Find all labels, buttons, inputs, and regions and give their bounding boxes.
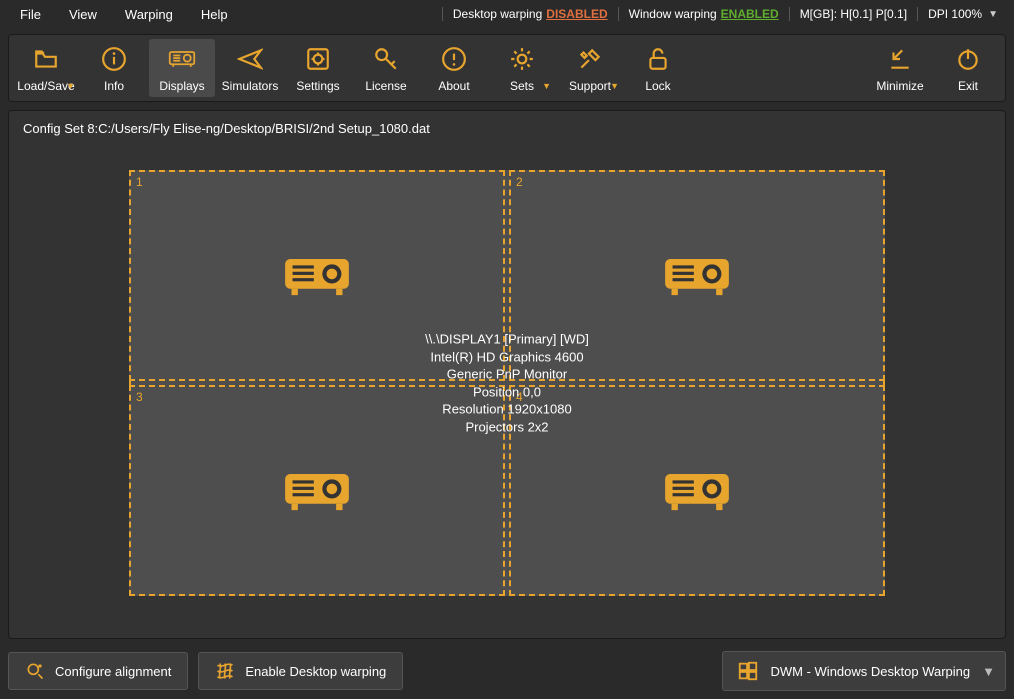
configure-alignment-label: Configure alignment	[55, 664, 171, 679]
status-dpi-value: DPI 100%	[928, 7, 982, 21]
lock-button[interactable]: Lock	[625, 39, 691, 97]
warp-grid-icon	[215, 661, 235, 681]
gear-icon	[508, 45, 536, 73]
exit-button[interactable]: Exit	[935, 39, 1001, 97]
projector-icon	[168, 45, 196, 73]
enable-desktop-warping-button[interactable]: Enable Desktop warping	[198, 652, 403, 690]
tools-icon	[576, 45, 604, 73]
simulators-label: Simulators	[222, 79, 279, 93]
info-button[interactable]: Info	[81, 39, 147, 97]
settings-label: Settings	[296, 79, 339, 93]
status-window-warping-state: ENABLED	[721, 7, 779, 21]
about-label: About	[438, 79, 469, 93]
exit-label: Exit	[958, 79, 978, 93]
unlock-icon	[644, 45, 672, 73]
load-save-button[interactable]: Load/Save ▼	[13, 39, 79, 97]
license-label: License	[365, 79, 406, 93]
info-label: Info	[104, 79, 124, 93]
chevron-down-icon: ▼	[610, 81, 619, 91]
projector-icon	[663, 467, 731, 515]
chevron-down-icon: ▼	[982, 664, 995, 679]
projector-cell-2[interactable]: 2	[509, 170, 885, 381]
status-window-warping[interactable]: Window warping ENABLED	[618, 7, 789, 21]
menu-help[interactable]: Help	[187, 3, 242, 26]
status-dpi[interactable]: DPI 100% ▼	[917, 7, 1008, 21]
warping-mode-select[interactable]: DWM - Windows Desktop Warping ▼	[722, 651, 1007, 691]
simulators-button[interactable]: Simulators	[217, 39, 283, 97]
menu-file[interactable]: File	[6, 3, 55, 26]
projector-icon	[283, 467, 351, 515]
windows-icon	[737, 660, 759, 682]
power-icon	[954, 45, 982, 73]
airplane-icon	[236, 45, 264, 73]
status-memory: M[GB]: H[0.1] P[0.1]	[789, 7, 917, 21]
projector-cell-1[interactable]: 1	[129, 170, 505, 381]
sets-button[interactable]: Sets ▼	[489, 39, 555, 97]
displays-button[interactable]: Displays	[149, 39, 215, 97]
status-desktop-warping-label: Desktop warping	[453, 7, 542, 21]
config-path: Config Set 8:C:/Users/Fly Elise-ng/Deskt…	[23, 121, 991, 136]
about-button[interactable]: About	[421, 39, 487, 97]
display-grid[interactable]: 1 2 3 4 \\.\DISPLAY1 [Primary] [WD] Inte…	[129, 170, 885, 596]
projector-number: 3	[136, 390, 143, 404]
lock-label: Lock	[645, 79, 670, 93]
alignment-icon	[25, 661, 45, 681]
bottom-bar: Configure alignment Enable Desktop warpi…	[0, 643, 1014, 699]
main-panel: Config Set 8:C:/Users/Fly Elise-ng/Deskt…	[8, 110, 1006, 639]
projector-icon	[663, 252, 731, 300]
chevron-down-icon: ▼	[542, 81, 551, 91]
toolbar: Load/Save ▼ Info Displays Simulators Set…	[8, 34, 1006, 102]
key-icon	[372, 45, 400, 73]
minimize-label: Minimize	[876, 79, 923, 93]
enable-desktop-warping-label: Enable Desktop warping	[245, 664, 386, 679]
sets-label: Sets	[510, 79, 534, 93]
displays-label: Displays	[159, 79, 204, 93]
support-label: Support	[569, 79, 611, 93]
projector-cell-4[interactable]: 4	[509, 385, 885, 596]
minimize-icon	[886, 45, 914, 73]
menu-bar: File View Warping Help Desktop warping D…	[0, 0, 1014, 28]
projector-number: 1	[136, 175, 143, 189]
status-desktop-warping-state: DISABLED	[546, 7, 607, 21]
projector-icon	[283, 252, 351, 300]
configure-alignment-button[interactable]: Configure alignment	[8, 652, 188, 690]
info-icon	[100, 45, 128, 73]
menu-view[interactable]: View	[55, 3, 111, 26]
warping-mode-label: DWM - Windows Desktop Warping	[771, 664, 971, 679]
settings-button[interactable]: Settings	[285, 39, 351, 97]
status-window-warping-label: Window warping	[629, 7, 717, 21]
about-icon	[440, 45, 468, 73]
projector-cell-3[interactable]: 3	[129, 385, 505, 596]
display-area: 1 2 3 4 \\.\DISPLAY1 [Primary] [WD] Inte…	[23, 142, 991, 624]
status-desktop-warping[interactable]: Desktop warping DISABLED	[442, 7, 618, 21]
license-button[interactable]: License	[353, 39, 419, 97]
folder-open-icon	[32, 45, 60, 73]
chevron-down-icon: ▼	[988, 9, 998, 20]
support-button[interactable]: Support ▼	[557, 39, 623, 97]
minimize-button[interactable]: Minimize	[867, 39, 933, 97]
settings-panel-icon	[304, 45, 332, 73]
chevron-down-icon: ▼	[66, 81, 75, 91]
menu-warping[interactable]: Warping	[111, 3, 187, 26]
projector-number: 2	[516, 175, 523, 189]
projector-number: 4	[516, 390, 523, 404]
